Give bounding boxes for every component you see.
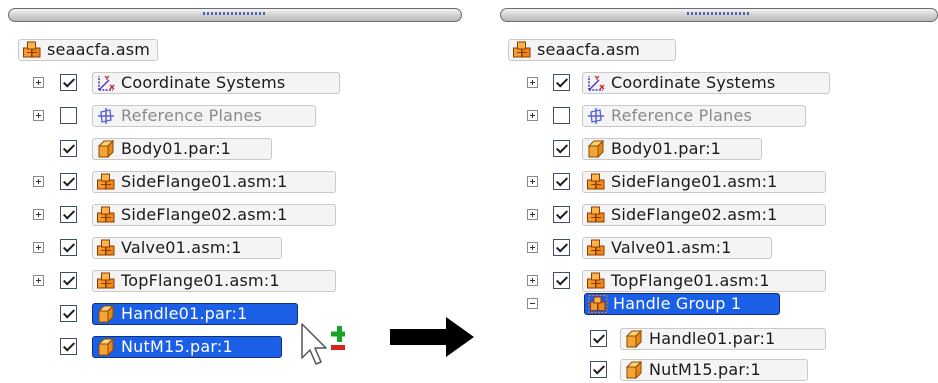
part-icon	[96, 305, 116, 323]
root-label[interactable]: seaacfa.asm	[18, 39, 158, 61]
collapse-icon[interactable]	[527, 298, 538, 309]
visibility-checkbox[interactable]	[60, 272, 77, 289]
reference-plane-icon	[96, 107, 116, 125]
tree-item-label[interactable]: Reference Planes	[92, 105, 316, 127]
panel-title-bar[interactable]	[8, 8, 462, 22]
part-icon	[96, 338, 116, 356]
tree-item-label-selected[interactable]: Handle Group 1	[584, 293, 780, 315]
tree-item-label-selected[interactable]: NutM15.par:1	[92, 336, 282, 358]
visibility-checkbox[interactable]	[553, 173, 570, 190]
expand-icon[interactable]	[527, 209, 538, 220]
assembly-icon	[586, 206, 606, 224]
expand-icon[interactable]	[527, 176, 538, 187]
tree-item-label[interactable]: SideFlange01.asm:1	[92, 171, 336, 193]
tree-item-label[interactable]: SideFlange02.asm:1	[92, 204, 336, 226]
group-icon	[588, 295, 608, 313]
tree-item-label[interactable]: Body01.par:1	[582, 138, 762, 160]
right-arrow-icon	[390, 317, 474, 357]
tree-item-label[interactable]: Valve01.asm:1	[582, 237, 772, 259]
coordinate-system-icon	[586, 74, 606, 92]
drag-grip-icon[interactable]	[203, 12, 267, 15]
tree-item-label[interactable]: Body01.par:1	[92, 138, 272, 160]
tree-item-label[interactable]: SideFlange01.asm:1	[582, 171, 826, 193]
visibility-checkbox[interactable]	[553, 107, 570, 124]
assembly-icon	[96, 206, 116, 224]
assembly-icon	[96, 272, 116, 290]
tree-item-label[interactable]: TopFlange01.asm:1	[582, 270, 826, 292]
pathfinder-after-panel: seaacfa.asm Coordinate Systems Reference…	[490, 0, 938, 381]
visibility-checkbox[interactable]	[60, 74, 77, 91]
assembly-icon	[96, 239, 116, 257]
visibility-checkbox[interactable]	[60, 107, 77, 124]
tree-item-label[interactable]: Handle01.par:1	[620, 328, 826, 350]
visibility-checkbox[interactable]	[553, 140, 570, 157]
reference-plane-icon	[586, 107, 606, 125]
expand-icon[interactable]	[33, 275, 44, 286]
assembly-icon	[96, 173, 116, 191]
tree-item-label[interactable]: NutM15.par:1	[620, 359, 808, 381]
drag-grip-icon[interactable]	[687, 12, 751, 15]
expand-icon[interactable]	[527, 275, 538, 286]
visibility-checkbox[interactable]	[60, 338, 77, 355]
expand-icon[interactable]	[527, 110, 538, 121]
expand-icon[interactable]	[527, 242, 538, 253]
add-cursor-icon	[301, 323, 345, 365]
assembly-icon	[586, 173, 606, 191]
assembly-icon	[586, 272, 606, 290]
visibility-checkbox[interactable]	[553, 74, 570, 91]
tree-item-label[interactable]: TopFlange01.asm:1	[92, 270, 336, 292]
visibility-checkbox[interactable]	[60, 206, 77, 223]
visibility-checkbox[interactable]	[60, 305, 77, 322]
visibility-checkbox[interactable]	[590, 330, 607, 347]
visibility-checkbox[interactable]	[590, 361, 607, 378]
coordinate-system-icon	[96, 74, 116, 92]
root-label[interactable]: seaacfa.asm	[508, 39, 676, 61]
tree-item-label[interactable]: Valve01.asm:1	[92, 237, 282, 259]
tree-item-label[interactable]: Coordinate Systems	[582, 72, 830, 94]
visibility-checkbox[interactable]	[553, 272, 570, 289]
visibility-checkbox[interactable]	[553, 206, 570, 223]
part-icon	[624, 330, 644, 348]
expand-icon[interactable]	[33, 209, 44, 220]
part-icon	[586, 140, 606, 158]
visibility-checkbox[interactable]	[60, 239, 77, 256]
expand-icon[interactable]	[33, 176, 44, 187]
expand-icon[interactable]	[33, 77, 44, 88]
tree-item-label[interactable]: Coordinate Systems	[92, 72, 340, 94]
tree-item-label[interactable]: Reference Planes	[582, 105, 806, 127]
tree-item-label-selected[interactable]: Handle01.par:1	[92, 303, 298, 325]
visibility-checkbox[interactable]	[553, 239, 570, 256]
expand-icon[interactable]	[33, 110, 44, 121]
visibility-checkbox[interactable]	[60, 140, 77, 157]
assembly-icon	[586, 239, 606, 257]
expand-icon[interactable]	[527, 77, 538, 88]
part-icon	[624, 361, 644, 379]
part-icon	[96, 140, 116, 158]
assembly-icon	[22, 41, 42, 59]
expand-icon[interactable]	[33, 242, 44, 253]
visibility-checkbox[interactable]	[60, 173, 77, 190]
panel-title-bar[interactable]	[500, 8, 938, 22]
tree-item-label[interactable]: SideFlange02.asm:1	[582, 204, 826, 226]
assembly-icon	[512, 41, 532, 59]
